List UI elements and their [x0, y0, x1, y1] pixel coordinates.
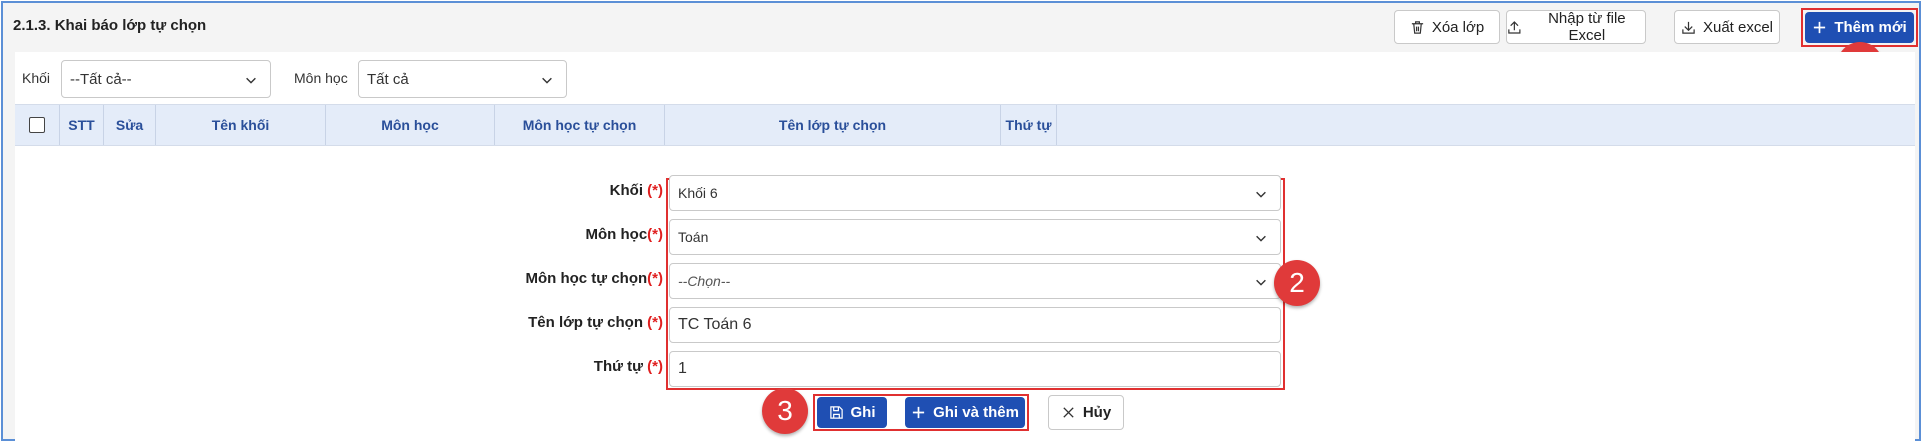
order-value: 1	[678, 360, 687, 377]
column-header-subject: Môn học	[326, 105, 495, 145]
floppy-disk-icon	[829, 406, 843, 419]
export-excel-label: Xuất excel	[1702, 18, 1774, 36]
class-name-value: TC Toán 6	[678, 316, 752, 333]
chevron-down-icon	[1256, 235, 1266, 242]
chevron-down-icon	[246, 77, 256, 84]
column-header-edit: Sửa	[104, 105, 156, 145]
upload-icon	[1508, 20, 1521, 34]
elective-subject-select[interactable]: --Chọn--	[669, 263, 1281, 299]
class-name-field-label: Tên lớp tự chọn (*)	[528, 314, 663, 331]
select-all-cell	[15, 105, 60, 145]
subject-filter-label: Môn học	[294, 70, 348, 86]
chevron-down-icon	[1256, 191, 1266, 198]
export-excel-button[interactable]: Xuất excel	[1674, 10, 1780, 44]
subject-select-value: Toán	[678, 229, 709, 245]
grade-filter-select[interactable]: --Tất cả--	[61, 60, 271, 98]
import-excel-button[interactable]: Nhập từ file Excel	[1506, 10, 1646, 44]
save-button[interactable]: Ghi	[817, 397, 887, 428]
callout-badge-2: 2	[1274, 260, 1320, 306]
subject-select[interactable]: Toán	[669, 219, 1281, 255]
callout-badge-3: 3	[762, 388, 808, 434]
order-field-label: Thứ tự (*)	[593, 358, 663, 375]
download-icon	[1682, 21, 1695, 34]
column-header-stt: STT	[60, 105, 104, 145]
trash-icon	[1411, 20, 1423, 34]
plus-icon	[1814, 21, 1826, 34]
column-header-grade: Tên khối	[156, 105, 326, 145]
grade-filter-label: Khối	[22, 70, 51, 86]
subject-filter-select[interactable]: Tất cả	[358, 60, 567, 98]
grade-filter-value: --Tất cả--	[70, 70, 132, 88]
column-header-elective-subject: Môn học tự chọn	[495, 105, 665, 145]
column-header-order: Thứ tự	[1001, 105, 1057, 145]
page-title: 2.1.3. Khai báo lớp tự chọn	[13, 17, 207, 34]
class-name-input[interactable]: TC Toán 6	[669, 307, 1281, 343]
subject-filter-value: Tất cả	[367, 70, 409, 88]
grade-select[interactable]: Khối 6	[669, 175, 1281, 211]
cancel-label: Hủy	[1082, 404, 1112, 421]
subject-field-label: Môn học(*)	[585, 226, 663, 243]
chevron-down-icon	[1256, 279, 1266, 286]
save-label: Ghi	[850, 404, 876, 421]
import-excel-label: Nhập từ file Excel	[1548, 10, 1626, 44]
order-input[interactable]: 1	[669, 351, 1281, 387]
save-and-add-label: Ghi và thêm	[933, 404, 1019, 421]
chevron-down-icon	[542, 77, 552, 84]
grade-field-label: Khối (*)	[609, 182, 663, 199]
close-icon	[1063, 407, 1074, 418]
cancel-button[interactable]: Hủy	[1048, 395, 1124, 430]
add-new-button[interactable]: Thêm mới	[1805, 12, 1914, 43]
elective-subject-field-label: Môn học tự chọn(*)	[525, 270, 663, 287]
elective-subject-placeholder: --Chọn--	[678, 273, 731, 289]
page-frame: 2.1.3. Khai báo lớp tự chọn Xóa lớp Nhập…	[1, 1, 1921, 441]
column-header-elective-class: Tên lớp tự chọn	[665, 105, 1001, 145]
save-and-add-button[interactable]: Ghi và thêm	[905, 397, 1025, 428]
table-header: STT Sửa Tên khối Môn học Môn học tự chọn…	[15, 104, 1915, 146]
add-new-label: Thêm mới	[1834, 19, 1907, 36]
content-panel: Khối --Tất cả-- Môn học Tất cả STT Sửa T…	[15, 52, 1915, 441]
delete-class-button[interactable]: Xóa lớp	[1394, 10, 1500, 44]
delete-class-label: Xóa lớp	[1431, 18, 1485, 36]
select-all-checkbox[interactable]	[29, 117, 45, 133]
grade-select-value: Khối 6	[678, 185, 718, 201]
plus-icon	[912, 406, 925, 419]
